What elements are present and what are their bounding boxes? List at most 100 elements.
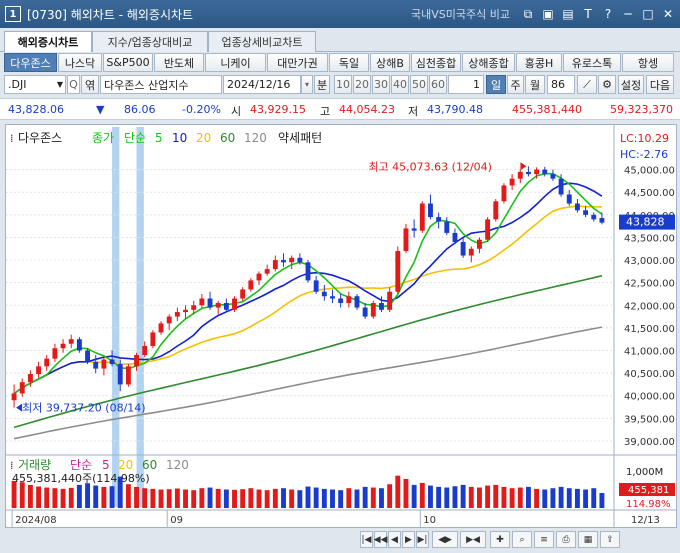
scroll-next-icon[interactable]: ▶	[402, 531, 415, 548]
candle-body-70	[583, 210, 589, 215]
candle-body-27	[232, 298, 237, 310]
scroll-prev-icon[interactable]: ◀	[388, 531, 401, 548]
volume-bar-28	[240, 489, 246, 508]
volume-bar-23	[199, 488, 205, 508]
print-icon[interactable]: ⎙	[556, 531, 576, 548]
candle-body-50	[419, 203, 425, 231]
market-button-germany[interactable]: 독일	[329, 53, 369, 72]
scroll-first-icon[interactable]: |◀	[360, 531, 373, 548]
volume-bar-10	[93, 485, 99, 508]
minute-button[interactable]: 분	[314, 75, 330, 94]
candle-body-59	[493, 201, 499, 220]
zoom-out-icon[interactable]: ◀▶	[432, 531, 458, 548]
tick-field[interactable]: 1	[448, 75, 484, 94]
list-icon[interactable]: ≡	[534, 531, 554, 548]
tab-sector-compare[interactable]: 업종상세비교차트	[208, 31, 316, 52]
zoom-in-icon[interactable]: ▶◀	[460, 531, 486, 548]
min-30-button[interactable]: 30	[372, 75, 390, 94]
market-button-nasdaq[interactable]: 나스닥	[58, 53, 102, 72]
crosshair-icon[interactable]: ✚	[490, 531, 510, 548]
gear-icon[interactable]: ⚙	[598, 75, 616, 94]
maximize-icon[interactable]: □	[640, 6, 656, 22]
volume-bar-43	[362, 486, 368, 508]
scroll-prev-page-icon[interactable]: ◀◀	[374, 531, 387, 548]
window-title: [0730] 해외차트 - 해외증시차트	[27, 7, 194, 22]
chevron-down-icon[interactable]: ▼	[57, 80, 65, 89]
chart-type-icon[interactable]: ⟋	[577, 75, 597, 94]
compare-link[interactable]: 국내VS미국주식 비교	[411, 6, 510, 22]
link-icon[interactable]: ⧉	[520, 6, 536, 22]
volume-bar-38	[321, 488, 327, 508]
volume-bar-39	[330, 489, 335, 508]
export-icon[interactable]: ⇪	[600, 531, 620, 548]
volume-bar-45	[379, 488, 384, 508]
volume-bar-25	[215, 488, 221, 508]
legend-ma5: 5	[155, 131, 163, 145]
market-button-dow[interactable]: 다우존스	[4, 53, 57, 72]
date-field[interactable]: 2024/12/16	[223, 75, 301, 94]
grid-icon[interactable]: ▦	[578, 531, 598, 548]
volume-menu-icon[interactable]: ⁞	[10, 459, 14, 472]
close-icon[interactable]: ✕	[660, 6, 676, 22]
day-button[interactable]: 일	[486, 75, 506, 94]
min-40-button[interactable]: 40	[391, 75, 409, 94]
price-chart[interactable]: ⁞ 다우존스 종가 단순 5 10 20 60 120 약세패턴 LC:10.2…	[6, 125, 676, 527]
candle-body-67	[558, 178, 564, 195]
market-button-semiconductor[interactable]: 반도체	[154, 53, 204, 72]
volume-bar-9	[85, 483, 91, 508]
window-icon: 1	[5, 6, 21, 22]
volume-bar-61	[509, 488, 515, 508]
min-20-button[interactable]: 20	[353, 75, 371, 94]
link-button[interactable]: 엮	[81, 75, 99, 94]
min-50-button[interactable]: 50	[410, 75, 428, 94]
market-button-shanghai[interactable]: 상해종합	[462, 53, 515, 72]
volume-bar-68	[566, 488, 572, 508]
volume-bar-69	[574, 488, 580, 508]
scroll-last-icon[interactable]: ▶|	[416, 531, 429, 548]
text-icon[interactable]: T	[580, 6, 596, 22]
week-button[interactable]: 주	[507, 75, 524, 94]
candle-body-34	[289, 257, 295, 263]
help-icon[interactable]: ?	[600, 6, 616, 22]
market-button-shanghai-b[interactable]: 상해B	[370, 53, 410, 72]
candle-body-61	[509, 178, 515, 186]
candle-body-32	[272, 260, 278, 270]
volume-bar-20	[174, 488, 180, 508]
ma120-line	[13, 326, 603, 440]
market-button-sp500[interactable]: S&P500	[103, 53, 153, 72]
candle-body-69	[574, 203, 580, 211]
market-button-hangseng[interactable]: 항셍	[622, 53, 674, 72]
count-field[interactable]: 86	[547, 75, 575, 94]
market-button-hongkong-h[interactable]: 홍콩H	[516, 53, 562, 72]
market-button-nikkei[interactable]: 니케이	[205, 53, 266, 72]
layout-icon[interactable]: ▤	[560, 6, 576, 22]
candle-body-55	[460, 241, 466, 256]
legend-price: 종가	[92, 131, 114, 145]
tab-overseas-chart[interactable]: 해외증시차트	[4, 31, 92, 52]
min-10-button[interactable]: 10	[334, 75, 352, 94]
next-button[interactable]: 다음	[646, 75, 674, 94]
candle-body-6	[60, 343, 66, 349]
candle-body-8	[76, 339, 82, 351]
min-60-button[interactable]: 60	[429, 75, 447, 94]
search-icon[interactable]: Q	[67, 75, 80, 94]
candle-body-57	[477, 239, 482, 249]
volume-bar-36	[305, 486, 311, 508]
chart-area[interactable]: ⁞ 다우존스 종가 단순 5 10 20 60 120 약세패턴 LC:10.2…	[5, 124, 677, 528]
month-button[interactable]: 월	[525, 75, 545, 94]
magnify-icon[interactable]: ⌕	[512, 531, 532, 548]
settings-button[interactable]: 설정	[618, 75, 644, 94]
volume-bar-15	[134, 486, 139, 508]
market-button-shenzhen[interactable]: 심천종합	[411, 53, 461, 72]
symbol-code-field[interactable]: .DJI ▼	[4, 75, 66, 94]
tab-index-compare[interactable]: 지수/업종상대비교	[92, 31, 208, 52]
market-button-eurostoxx[interactable]: 유로스톡	[563, 53, 621, 72]
minimize-icon[interactable]: ─	[620, 6, 636, 22]
calendar-icon[interactable]: ▾	[301, 75, 313, 94]
market-button-taiwan[interactable]: 대만가권	[267, 53, 328, 72]
save-icon[interactable]: ▣	[540, 6, 556, 22]
volume-bar-17	[150, 488, 156, 508]
y-tick-label-7: 41,500.00	[624, 324, 675, 335]
chart-menu-icon[interactable]: ⁞	[10, 132, 14, 145]
volume-legend-ma: 단순	[70, 458, 92, 472]
